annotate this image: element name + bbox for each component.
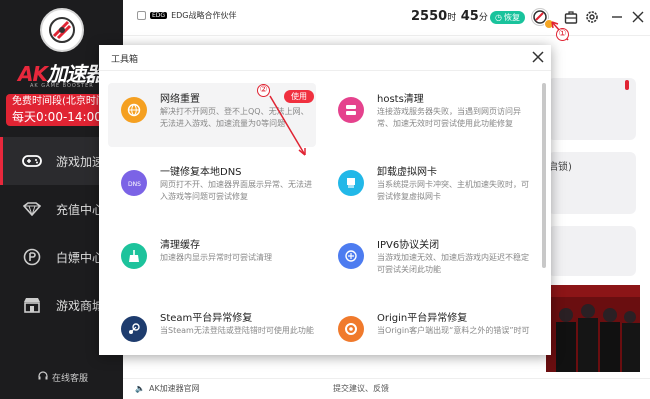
dialog-scrollbar[interactable] (542, 83, 546, 268)
tool-description: 当Steam无法登陆或登陆错时可使用此功能 (160, 326, 314, 335)
tool-card-steam-fix[interactable]: Steam平台异常修复 当Steam无法登陆或登陆错时可使用此功能 (108, 302, 316, 355)
tool-card-origin-fix[interactable]: Origin平台异常修复 当Origin客户端出现“意料之外的错误”时可 (325, 302, 533, 355)
use-button[interactable]: 使用 (284, 90, 314, 103)
edg-logo: EDG (150, 12, 168, 19)
store-icon (22, 295, 42, 315)
headset-icon (38, 371, 48, 384)
top-bar: EDG EDG战略合作伙伴 2550时 45分 ◷ 恢复 (123, 0, 650, 36)
close-icon[interactable] (631, 10, 645, 24)
toolbox-icon[interactable] (564, 10, 578, 24)
diamond-icon (22, 199, 42, 219)
tool-title: 卸载虚拟网卡 (377, 167, 437, 178)
clock-icon: ◷ (495, 13, 502, 22)
toolbox-dialog: 工具箱 网络重置 解决打不开网页、登不上QQ、无法上网、无法进入游戏、加速流量为… (99, 45, 551, 355)
dialog-title: 工具箱 (111, 55, 139, 65)
tool-card-uninstall-vnic[interactable]: 卸载虚拟网卡 当系统提示网卡冲突、主机加速失败时，可尝试修复虚拟网卡 (325, 156, 533, 220)
origin-icon (338, 316, 364, 342)
sidebar-item-label: 白嫖中心 (56, 250, 105, 265)
sidebar-item-label: 游戏加速 (56, 154, 105, 169)
edg-banner-image[interactable] (546, 285, 640, 372)
tool-description: 网页打不开、加速器界面展示异常、无法进入游戏等问题可尝试修复 (160, 180, 312, 201)
tool-title: Origin平台异常修复 (377, 313, 468, 324)
online-service-button[interactable]: 在线客服 (38, 371, 88, 384)
logo-subtitle: AK GAME BOOSTER (30, 83, 94, 89)
tool-card-ipv6-off[interactable]: IPV6协议关闭 当游戏加速无效、加速后游戏内延迟不稳定可尝试关闭此功能 (325, 229, 533, 293)
background-text: 启锁) (548, 162, 572, 173)
tool-title: Steam平台异常修复 (160, 313, 253, 324)
broom-icon (121, 243, 147, 269)
tool-card-hosts-clean[interactable]: hosts清理 连接游戏服务器失败，当遇到网页访问异常、加速无效时可尝试使用此功… (325, 83, 533, 147)
website-link[interactable]: 🔈 AK加速器官网 (135, 383, 200, 394)
minimize-icon[interactable] (610, 10, 624, 24)
dns-icon: DNS (121, 170, 147, 196)
tool-description: 加速器内显示异常时可尝试清理 (160, 253, 272, 262)
remaining-time: 2550时 45分 (411, 9, 488, 24)
gamepad-icon (22, 151, 42, 171)
tool-description: 解决打不开网页、登不上QQ、无法上网、无法进入游戏、加速流量为0等问题 (160, 107, 309, 128)
annotation-marker-2: ② (257, 84, 270, 97)
tool-description: 当系统提示网卡冲突、主机加速失败时，可尝试修复虚拟网卡 (377, 180, 529, 201)
tool-title: 一键修复本地DNS (160, 167, 242, 178)
vip-badge-icon (544, 19, 554, 29)
settings-icon[interactable] (585, 10, 599, 24)
annotation-marker-1: ① (556, 28, 569, 41)
coin-icon (22, 247, 42, 267)
ipv6-icon (338, 243, 364, 269)
network-card-icon (338, 170, 364, 196)
game-card-placeholder[interactable] (548, 226, 636, 276)
globe-icon (121, 97, 147, 123)
sidebar-item-label: 游戏商城 (56, 298, 105, 313)
tool-card-clear-cache[interactable]: 清理缓存 加速器内显示异常时可尝试清理 (108, 229, 316, 293)
tool-card-dns-fix[interactable]: DNS 一键修复本地DNS 网页打不开、加速器界面展示异常、无法进入游戏等问题可… (108, 156, 316, 220)
partner-label: EDG战略合作伙伴 (171, 11, 237, 20)
server-icon (338, 97, 364, 123)
svg-text:DNS: DNS (128, 181, 141, 188)
partner-info: EDG EDG战略合作伙伴 (137, 10, 236, 21)
close-icon[interactable] (531, 50, 545, 64)
speaker-icon: 🔈 (135, 384, 145, 393)
bottom-bar: 🔈 AK加速器官网 提交建议、反馈 (123, 378, 650, 399)
feedback-link[interactable]: 提交建议、反馈 (333, 383, 389, 394)
bg-scrollbar[interactable] (625, 80, 629, 90)
sidebar-item-label: 充值中心 (56, 202, 105, 217)
tool-title: 网络重置 (160, 94, 200, 105)
tool-description: 连接游戏服务器失败，当遇到网页访问异常、加速无效时可尝试使用此功能修复 (377, 107, 521, 128)
tool-description: 当Origin客户端出现“意料之外的错误”时可 (377, 326, 530, 335)
restore-button[interactable]: ◷ 恢复 (490, 11, 525, 24)
tool-title: IPV6协议关闭 (377, 240, 440, 251)
tool-card-network-reset[interactable]: 网络重置 解决打不开网页、登不上QQ、无法上网、无法进入游戏、加速流量为0等问题… (108, 83, 316, 147)
tool-title: 清理缓存 (160, 240, 200, 251)
tool-title: hosts清理 (377, 94, 424, 105)
steam-icon (121, 316, 147, 342)
dialog-header: 工具箱 (99, 45, 551, 71)
logo-emblem (40, 8, 84, 52)
game-card-placeholder[interactable] (548, 78, 636, 140)
tool-description: 当游戏加速无效、加速后游戏内延迟不稳定可尝试关闭此功能 (377, 253, 529, 274)
partner-checkbox[interactable] (137, 11, 146, 20)
